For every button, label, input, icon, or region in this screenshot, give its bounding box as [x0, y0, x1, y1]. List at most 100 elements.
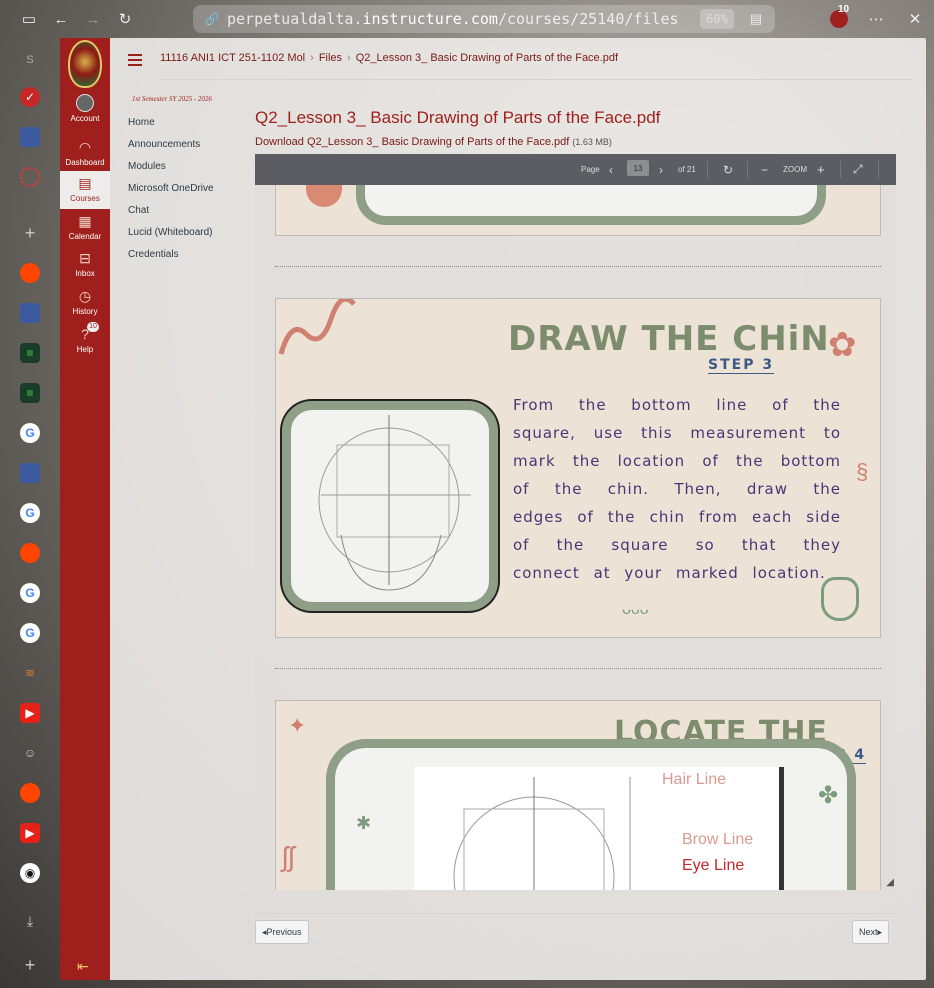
breadcrumb-separator: › — [310, 52, 314, 64]
youtube-icon[interactable]: ▶ — [20, 703, 40, 723]
prev-page-icon[interactable]: ‹ — [609, 154, 613, 185]
app-icon-2[interactable] — [20, 303, 40, 323]
bot-icon[interactable]: ☺ — [20, 743, 40, 763]
app-icon[interactable] — [20, 127, 40, 147]
new-space-icon[interactable]: + — [20, 955, 40, 975]
pdf-toolbar: Page ‹ 13 › of 21 ↻ − ZOOM + ⤢ — [255, 154, 896, 185]
course-menu-credentials[interactable]: Credentials — [128, 248, 214, 270]
google-icon-2[interactable]: G — [20, 503, 40, 523]
breadcrumb-files[interactable]: Files — [319, 52, 342, 64]
google-icon-3[interactable]: G — [20, 583, 40, 603]
eye-line-label: Eye Line — [682, 857, 745, 874]
canvas-icon[interactable] — [20, 167, 40, 187]
flower-decor: ✱ — [356, 813, 372, 833]
course-menu-modules[interactable]: Modules — [128, 160, 214, 182]
previous-button[interactable]: ◂ Previous — [255, 920, 309, 944]
toolbar-separator — [840, 161, 841, 178]
nav-calendar-label: Calendar — [68, 232, 102, 241]
nav-history-label: History — [72, 307, 98, 316]
nav-help[interactable]: ? Help — [60, 325, 110, 354]
step-instructions: From the bottom line of the square, use … — [513, 396, 841, 582]
page-number-input[interactable]: 13 — [627, 160, 649, 176]
download-link-text[interactable]: Download Q2_Lesson 3_ Basic Drawing of P… — [255, 136, 569, 148]
reload-icon[interactable]: ↻ — [114, 8, 136, 30]
app-icon-3[interactable] — [20, 463, 40, 483]
extension-badge: 10 — [838, 4, 850, 15]
zoom-indicator[interactable]: 60% — [700, 9, 734, 29]
header-divider — [160, 79, 912, 80]
course-menu-announcements[interactable]: Announcements — [128, 138, 214, 160]
inbox-icon: ⊟ — [79, 250, 91, 266]
page-title: Q2_Lesson 3_ Basic Drawing of Parts of t… — [255, 108, 661, 127]
download-link[interactable]: Download Q2_Lesson 3_ Basic Drawing of P… — [255, 136, 612, 148]
todoist-icon[interactable]: ✓ — [20, 87, 40, 107]
paperclip-decor: ʃʃ — [282, 841, 295, 872]
reddit-icon-2[interactable] — [20, 543, 40, 563]
link-icon: 🔗 — [204, 12, 220, 26]
next-button[interactable]: Next ▸ — [852, 920, 890, 944]
close-icon[interactable]: ✕ — [904, 8, 926, 30]
course-menu-toggle[interactable] — [128, 54, 142, 66]
hand-decor — [821, 577, 859, 621]
nav-history[interactable]: ◷ History — [60, 287, 110, 316]
zoom-in-icon[interactable]: + — [817, 154, 825, 185]
url-path: /courses/25140/files — [497, 10, 679, 28]
breadcrumb-course[interactable]: 11116 ANI1 ICT 251-1102 Mol — [160, 52, 305, 64]
reddit-icon-3[interactable] — [20, 783, 40, 803]
sparkle-decor: ✦ — [288, 713, 307, 738]
menu-icon[interactable]: ⋯ — [865, 8, 887, 30]
course-menu-onedrive[interactable]: Microsoft OneDrive — [128, 182, 214, 204]
add-icon[interactable]: + — [20, 223, 40, 243]
back-icon[interactable]: ← — [50, 8, 72, 30]
calendar-icon: ▦ — [78, 213, 92, 229]
google-icon[interactable]: G — [20, 423, 40, 443]
fullscreen-icon[interactable]: ⤢ — [853, 154, 863, 185]
squiggle-decor — [278, 299, 356, 355]
spreadsheet-icon[interactable]: ≡ — [20, 343, 40, 363]
pdf-viewer[interactable]: DRAW THE CHiN ✿ STEP 3 From the bottom l… — [255, 154, 896, 890]
url-bar[interactable]: perpetualdalta. instructure.com/courses/2… — [193, 5, 775, 33]
previous-label: Previous — [266, 927, 302, 937]
google-icon-4[interactable]: G — [20, 623, 40, 643]
youtube-icon-2[interactable]: ▶ — [20, 823, 40, 843]
next-label: Next — [859, 927, 878, 937]
stack-icon[interactable]: ≋ — [20, 663, 40, 683]
footer-divider — [255, 913, 896, 914]
eyes-sketch: Hair Line Brow Line Eye Line — [414, 767, 784, 890]
reader-mode-icon[interactable]: ▤ — [745, 8, 767, 30]
spreadsheet-icon-2[interactable]: ≡ — [20, 383, 40, 403]
toolbar-separator — [747, 161, 748, 178]
school-logo[interactable] — [68, 40, 102, 88]
page-label: Page — [581, 165, 600, 174]
reddit-icon[interactable] — [20, 263, 40, 283]
collapse-nav-icon[interactable]: ⇤ — [77, 958, 89, 975]
nav-courses[interactable]: ▤ Courses — [60, 171, 110, 209]
zoom-out-icon[interactable]: − — [761, 154, 768, 185]
nav-courses-label: Courses — [70, 194, 100, 203]
brow-line-label: Brow Line — [682, 831, 754, 848]
space-label[interactable]: S — [20, 50, 40, 70]
slide-title: DRAW THE CHiN — [508, 319, 830, 359]
toolbar-separator — [878, 161, 879, 178]
eyes-sketch-lines — [453, 777, 631, 890]
download-icon[interactable]: ⤓ — [20, 911, 40, 931]
page-count: of 21 — [678, 165, 696, 174]
face-sketch-lines — [318, 415, 471, 591]
rotate-icon[interactable]: ↻ — [723, 154, 733, 185]
nav-dashboard[interactable]: ◠ Dashboard — [60, 138, 110, 167]
course-menu-lucid[interactable]: Lucid (Whiteboard) — [128, 226, 214, 248]
nav-inbox-label: Inbox — [75, 269, 95, 278]
nav-calendar[interactable]: ▦ Calendar — [60, 212, 110, 241]
github-icon[interactable]: ◉ — [20, 863, 40, 883]
course-menu-home[interactable]: Home — [128, 116, 214, 138]
wave-decor: ᴗᴗᴗ — [622, 601, 649, 618]
sidebar-toggle-icon[interactable]: ▭ — [18, 8, 40, 30]
nav-inbox[interactable]: ⊟ Inbox — [60, 249, 110, 278]
forward-icon[interactable]: → — [82, 8, 104, 30]
course-menu-chat[interactable]: Chat — [128, 204, 214, 226]
next-caret-icon: ▸ — [877, 926, 883, 937]
next-page-icon[interactable]: › — [659, 154, 663, 185]
resize-handle-icon[interactable]: ◢ — [886, 877, 894, 888]
nav-account[interactable]: Account — [60, 94, 110, 123]
dashboard-icon: ◠ — [78, 139, 92, 155]
